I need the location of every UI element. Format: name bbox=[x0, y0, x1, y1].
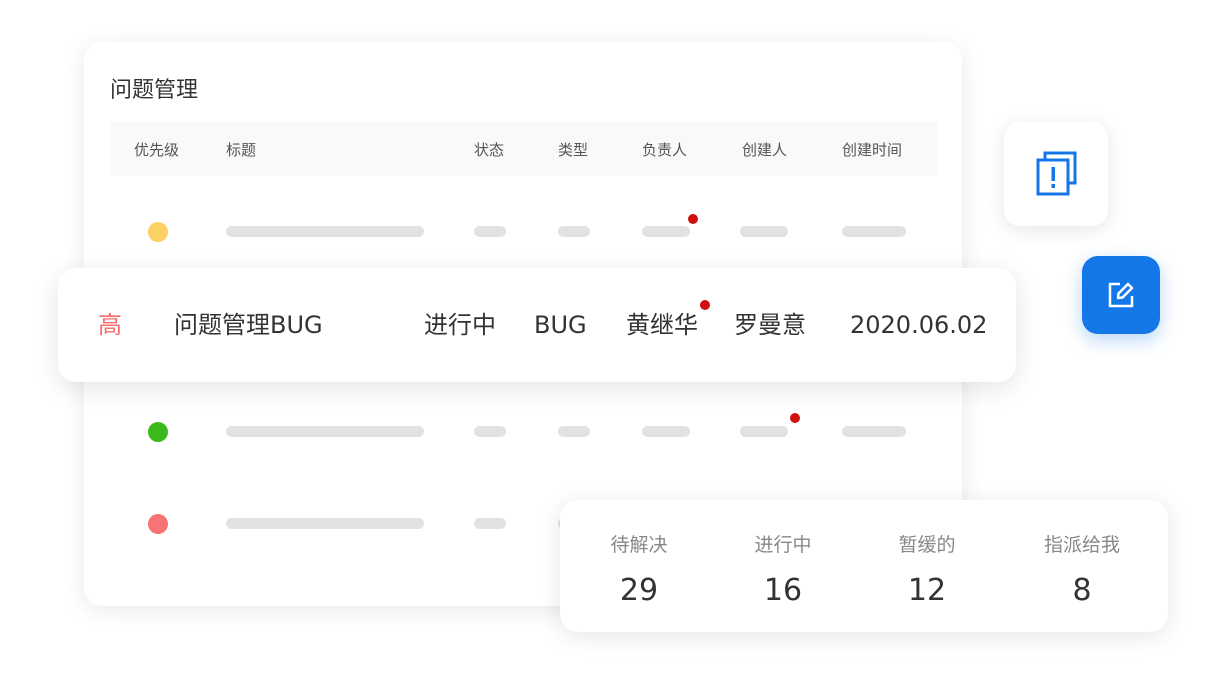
stat-assigned-to-me[interactable]: 指派给我 8 bbox=[1006, 500, 1158, 608]
stat-on-hold[interactable]: 暂缓的 12 bbox=[851, 500, 1003, 608]
status-placeholder bbox=[474, 426, 506, 437]
table-row[interactable] bbox=[84, 413, 962, 444]
column-header-priority[interactable]: 优先级 bbox=[134, 139, 179, 160]
stat-label: 进行中 bbox=[754, 534, 812, 556]
issue-status: 进行中 bbox=[424, 311, 496, 339]
issue-title[interactable]: 问题管理BUG bbox=[174, 310, 323, 340]
card-title: 问题管理 bbox=[110, 78, 199, 103]
assignee-placeholder bbox=[642, 226, 690, 237]
issue-creator: 罗曼意 bbox=[734, 311, 806, 339]
notification-dot bbox=[790, 413, 800, 423]
stat-label: 指派给我 bbox=[1043, 534, 1120, 556]
priority-dot bbox=[148, 422, 168, 442]
type-placeholder bbox=[558, 226, 590, 237]
type-placeholder bbox=[558, 426, 590, 437]
issues-stack-icon bbox=[1036, 151, 1077, 196]
stat-pending[interactable]: 待解决 29 bbox=[563, 500, 715, 608]
column-header-creator[interactable]: 创建人 bbox=[742, 139, 787, 160]
issue-type: BUG bbox=[534, 311, 587, 339]
column-header-type[interactable]: 类型 bbox=[558, 139, 588, 160]
priority-dot bbox=[148, 514, 168, 534]
column-header-created-time[interactable]: 创建时间 bbox=[842, 139, 902, 160]
stat-in-progress[interactable]: 进行中 16 bbox=[707, 500, 859, 608]
edit-icon bbox=[1108, 282, 1134, 308]
stat-label: 暂缓的 bbox=[898, 534, 956, 556]
stat-value: 16 bbox=[763, 573, 803, 608]
title-placeholder bbox=[226, 518, 424, 529]
notification-dot bbox=[700, 300, 710, 310]
status-placeholder bbox=[474, 518, 506, 529]
stat-label: 待解决 bbox=[610, 534, 668, 556]
issue-created-time: 2020.06.02 bbox=[850, 311, 988, 339]
column-header-assignee[interactable]: 负责人 bbox=[642, 139, 687, 160]
time-placeholder bbox=[842, 426, 906, 437]
time-placeholder bbox=[842, 226, 906, 237]
stat-value: 12 bbox=[907, 573, 947, 608]
edit-button[interactable] bbox=[1082, 256, 1160, 334]
issue-priority: 高 bbox=[98, 311, 122, 339]
priority-dot bbox=[148, 222, 168, 242]
creator-placeholder bbox=[740, 426, 788, 437]
creator-placeholder bbox=[740, 226, 788, 237]
issue-assignee: 黄继华 bbox=[626, 311, 698, 339]
assignee-placeholder bbox=[642, 426, 690, 437]
stat-value: 29 bbox=[619, 573, 659, 608]
status-placeholder bbox=[474, 226, 506, 237]
title-placeholder bbox=[226, 426, 424, 437]
column-header-title[interactable]: 标题 bbox=[226, 139, 256, 160]
notification-dot bbox=[688, 214, 698, 224]
stat-value: 8 bbox=[1072, 573, 1092, 608]
title-placeholder bbox=[226, 226, 424, 237]
highlighted-issue-row[interactable]: 高 问题管理BUG 进行中 BUG 黄继华 罗曼意 2020.06.02 bbox=[58, 268, 1016, 382]
column-header-status[interactable]: 状态 bbox=[474, 139, 504, 160]
issues-button[interactable] bbox=[1004, 122, 1108, 226]
table-row[interactable] bbox=[84, 214, 962, 244]
issue-stats-panel: 待解决 29 进行中 16 暂缓的 12 指派给我 8 bbox=[560, 500, 1168, 632]
table-header: 优先级 标题 状态 类型 负责人 创建人 创建时间 bbox=[110, 122, 938, 176]
